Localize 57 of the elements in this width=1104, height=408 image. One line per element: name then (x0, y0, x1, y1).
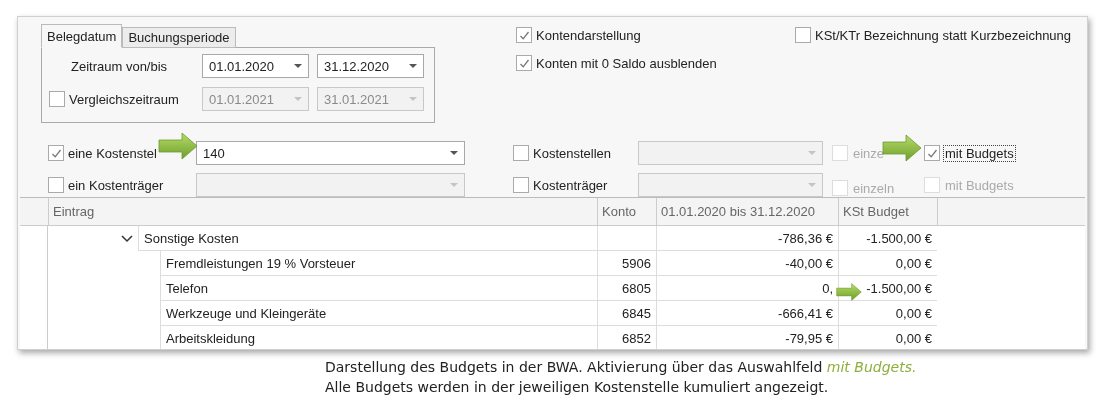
checkbox-label: Kontendarstellung (536, 27, 641, 43)
caret-icon (450, 183, 458, 187)
table-cell: -786,36 € (656, 226, 838, 251)
table-cell (597, 226, 656, 251)
arrow-icon (836, 282, 862, 302)
table-cell: 6852 (597, 326, 656, 349)
caret-icon (409, 97, 417, 101)
caret-icon (293, 64, 302, 68)
caret-icon (808, 183, 816, 187)
table-cell: Werkzeuge und Kleingeräte (160, 301, 597, 326)
column-header[interactable]: KSt Budget (838, 198, 937, 226)
checkbox-label: Kostenträger (533, 177, 608, 193)
caret-icon (450, 151, 458, 155)
column-header[interactable]: 01.01.2020 bis 31.12.2020 (656, 198, 838, 226)
dropdown-field[interactable]: 31.12.2020 (316, 54, 424, 78)
table-cell: -40,00 € (656, 251, 838, 276)
column-header[interactable]: Konto (597, 198, 656, 226)
table-cell: Arbeitskleidung (160, 326, 597, 349)
checkbox-label: einze (852, 144, 886, 162)
table-cell: 5906 (597, 251, 656, 276)
arrow-icon (882, 133, 922, 163)
table-cell: 6805 (597, 276, 656, 301)
table-cell: 6845 (597, 301, 656, 326)
tab[interactable]: Buchungsperiode (122, 27, 236, 48)
dropdown-field[interactable]: 01.01.2020 (201, 54, 309, 78)
checkbox-label: ein Kostenträger (68, 177, 164, 193)
check-icon (518, 57, 530, 69)
table-cell: Telefon (160, 276, 597, 301)
field-label: Zeitraum von/bis (70, 58, 168, 74)
caret-icon (808, 151, 816, 155)
dropdown-field[interactable]: 140 (196, 141, 465, 165)
checkbox-label: KSt/KTr Bezeichnung statt Kurzbezeichnung (815, 27, 1072, 43)
table-cell: -666,41 € (656, 301, 838, 326)
caret-icon (409, 64, 417, 68)
table-cell: Fremdleistungen 19 % Vorsteuer (160, 251, 597, 276)
checkbox-label: Kostenstellen (533, 145, 612, 161)
caption-text: Darstellung des Budgets in der BWA. Aktivierung über das Auswahlfeld mit Budgets. (325, 358, 918, 377)
checkbox[interactable] (516, 27, 532, 43)
checkbox-label: Vergleichszeitraum (69, 91, 179, 107)
column-header[interactable]: Eintrag (48, 198, 597, 226)
checkbox[interactable] (516, 55, 532, 71)
table-cell: Sonstige Kosten (138, 226, 597, 251)
checkbox[interactable] (795, 27, 811, 43)
caret-icon (293, 97, 302, 101)
caption-text: Alle Budgets werden in der jeweiligen Kostenstelle kumuliert angezeigt. (325, 378, 830, 397)
checkbox-label: mit Budgets (944, 176, 1015, 194)
checkbox[interactable] (48, 145, 64, 161)
checkbox-label: eine Kostenstel (68, 145, 157, 161)
tab[interactable]: Belegdatum (41, 24, 123, 48)
check-icon (926, 147, 938, 159)
arrow-icon (158, 131, 198, 161)
table-cell: -79,95 € (656, 326, 838, 349)
checkbox-label: mit Budgets (943, 144, 1016, 162)
checkbox-label: einzeln (852, 179, 896, 197)
check-icon (50, 147, 62, 159)
checkbox-label: Konten mit 0 Saldo ausblenden (536, 55, 717, 71)
check-icon (518, 29, 530, 41)
